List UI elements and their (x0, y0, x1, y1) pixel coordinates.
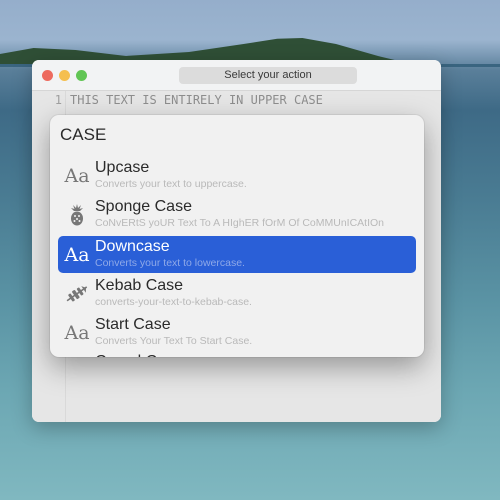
text-case-icon: Aa (64, 165, 90, 187)
action-label: Camel Case (95, 353, 183, 357)
editor-line-text[interactable]: THIS TEXT IS ENTIRELY IN UPPER CASE (70, 93, 323, 107)
action-item-sponge-case[interactable]: Sponge Case CoNvERtS yoUR Text To A HIgh… (58, 196, 416, 233)
action-item-camel-case[interactable]: Aa Camel Case (58, 351, 416, 357)
kebab-skewer-icon (63, 283, 91, 305)
action-label: Upcase (95, 159, 150, 176)
action-item-start-case[interactable]: Aa Start Case Converts Your Text To Star… (58, 314, 416, 351)
action-item-downcase[interactable]: Aa Downcase Converts your text to lowerc… (58, 236, 416, 273)
line-number: 1 (54, 93, 62, 107)
text-case-icon: Aa (64, 244, 90, 266)
action-label: Start Case (95, 316, 171, 333)
zoom-button[interactable] (76, 70, 87, 81)
action-item-upcase[interactable]: Aa Upcase Converts your text to uppercas… (58, 157, 416, 194)
action-description: Converts your text to uppercase. (95, 178, 247, 190)
action-label: Sponge Case (95, 198, 192, 215)
text-case-icon: Aa (64, 322, 90, 344)
action-description: Converts Your Text To Start Case. (95, 335, 253, 347)
window-title: Select your action (179, 67, 357, 84)
popup-section-header: CASE (60, 125, 107, 144)
action-description: CoNvERtS yoUR Text To A HIghER fOrM Of C… (95, 217, 385, 229)
action-label: Kebab Case (95, 277, 184, 294)
action-description: converts-your-text-to-kebab-case. (95, 296, 252, 308)
pineapple-icon (63, 204, 91, 226)
action-description: Converts your text to lowercase. (95, 257, 245, 269)
close-button[interactable] (42, 70, 53, 81)
action-item-kebab-case[interactable]: Kebab Case converts-your-text-to-kebab-c… (58, 275, 416, 312)
action-label: Downcase (95, 238, 170, 255)
title-bar: Select your action (32, 60, 441, 91)
minimize-button[interactable] (59, 70, 70, 81)
action-popup: CASE Aa Upcase Converts your text to upp… (50, 115, 424, 357)
